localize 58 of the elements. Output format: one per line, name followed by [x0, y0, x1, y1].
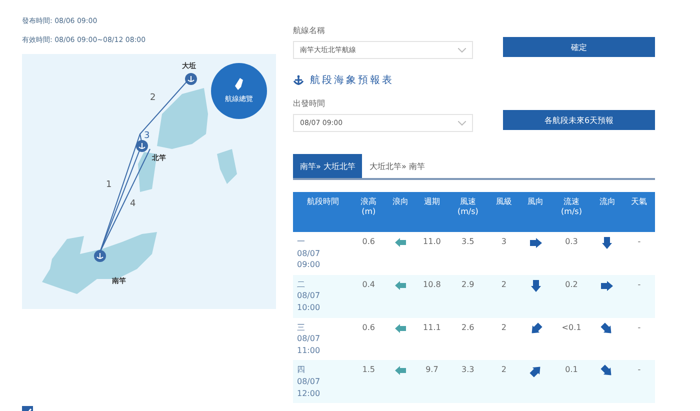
table-cell: 二 08/07 10:00 — [293, 274, 353, 318]
table-cell: 0.3 — [551, 232, 592, 275]
column-header: 浪高(m) — [352, 192, 384, 232]
taiwan-icon — [235, 78, 243, 90]
direction-tab[interactable]: 大坵北竿» 南竿 — [362, 154, 432, 178]
table-cell: 10.8 — [416, 274, 448, 318]
table-cell: 0.6 — [352, 318, 384, 360]
field-label: 出發時間 — [293, 98, 326, 109]
anchor-marker-icon[interactable] — [94, 250, 106, 262]
direction-tab[interactable]: 南竿» 大坵北竿 — [293, 154, 362, 178]
table-cell: - — [623, 274, 655, 318]
table-cell: 9.7 — [416, 360, 448, 404]
table-cell: 0.6 — [352, 232, 384, 275]
table-cell: <0.1 — [551, 318, 592, 360]
column-header: 浪向 — [384, 192, 416, 232]
section-title: 航段海象預報表 — [310, 74, 394, 87]
segment-label: 3 — [144, 131, 150, 141]
table-cell: 3 — [488, 232, 520, 275]
column-header: 航段時間 — [293, 192, 353, 232]
island-drawing — [217, 149, 237, 184]
table-cell: 2 — [488, 360, 520, 404]
six-day-forecast-button[interactable]: 各航段未來6天預報 — [503, 110, 655, 130]
table-cell: 1.5 — [352, 360, 384, 404]
table-cell: 2.9 — [448, 274, 488, 318]
table-cell: 2.6 — [448, 318, 488, 360]
table-cell: 3.5 — [448, 232, 488, 275]
chevron-icon — [458, 48, 466, 52]
table-cell: 三 08/07 11:00 — [293, 318, 353, 360]
table-cell: 11.0 — [416, 232, 448, 275]
column-header: 流向 — [592, 192, 624, 232]
table-cell: - — [623, 318, 655, 360]
table-cell: 0.1 — [551, 360, 592, 404]
anchor-marker-icon[interactable] — [185, 73, 197, 85]
table-cell: 0.4 — [352, 274, 384, 318]
table-cell: 11.1 — [416, 318, 448, 360]
column-header: 風級 — [488, 192, 520, 232]
table-cell: 3.3 — [448, 360, 488, 404]
segment-label: 1 — [106, 180, 112, 190]
confirm-button[interactable]: 確定 — [503, 37, 655, 57]
column-header: 風速(m/s) — [448, 192, 488, 232]
table-cell: 2 — [488, 318, 520, 360]
column-header: 週期 — [416, 192, 448, 232]
table-cell: 2 — [488, 274, 520, 318]
column-header: 流速(m/s) — [551, 192, 592, 232]
table-cell: 四 08/07 12:00 — [293, 360, 353, 404]
segment-label: 2 — [150, 93, 156, 103]
table-cell: 0.2 — [551, 274, 592, 318]
field-label: 航線名稱 — [293, 25, 326, 36]
table-cell: - — [623, 232, 655, 275]
anchor-marker-icon[interactable] — [136, 140, 148, 152]
table-cell: - — [623, 360, 655, 404]
chevron-icon — [458, 120, 466, 126]
anchor-icon — [293, 74, 304, 86]
table-cell: 一 08/07 09:00 — [293, 232, 353, 275]
column-header: 風向 — [520, 192, 552, 232]
segment-label: 4 — [130, 199, 136, 209]
island-drawing — [157, 88, 208, 149]
column-header: 天氣 — [623, 192, 655, 232]
